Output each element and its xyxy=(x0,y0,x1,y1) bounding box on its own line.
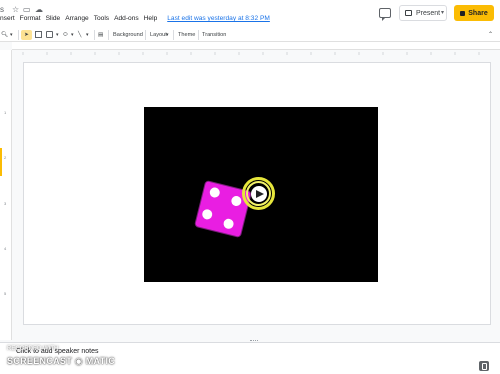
play-button-icon[interactable] xyxy=(251,186,267,202)
toolbar-divider xyxy=(108,30,109,40)
star-icon[interactable]: ☆ xyxy=(12,6,19,14)
present-button[interactable]: Present xyxy=(399,5,447,21)
zoom-dropdown-icon[interactable]: ▾ xyxy=(10,30,13,40)
share-label: Share xyxy=(468,9,488,17)
slides-app: s ☆ ▭ ☁ nsert Format Slide Arrange Tools… xyxy=(0,0,500,374)
vertical-ruler-label: 4 xyxy=(4,246,7,251)
layout-dropdown-icon[interactable]: ▾ xyxy=(166,30,169,40)
background-button[interactable]: Background xyxy=(113,30,143,40)
title-fragment-icon: s xyxy=(0,5,4,14)
vertical-ruler-label: 3 xyxy=(4,201,7,206)
screencast-matic-watermark: SCREENCAST ◉ MATIC xyxy=(7,356,116,366)
toolbar-divider xyxy=(18,30,19,40)
line-dropdown-icon[interactable]: ▾ xyxy=(86,30,89,40)
menu-add-ons[interactable]: Add-ons xyxy=(114,15,139,26)
toolbar-divider xyxy=(173,30,174,40)
theme-button[interactable]: Theme xyxy=(178,30,195,40)
transition-button[interactable]: Transition xyxy=(202,30,226,40)
image-icon[interactable] xyxy=(46,31,53,38)
horizontal-ruler-ticks xyxy=(22,52,480,55)
menu-insert[interactable]: nsert xyxy=(0,15,15,26)
vertical-ruler-label: 1 xyxy=(4,110,7,115)
image-dropdown-icon[interactable]: ▾ xyxy=(56,30,59,40)
comment-history-icon[interactable] xyxy=(379,8,391,21)
select-tool-icon[interactable]: ➤ xyxy=(21,30,32,40)
move-folder-icon[interactable]: ▭ xyxy=(23,6,31,14)
shape-icon[interactable]: ⬭ xyxy=(63,30,68,40)
dice-pip xyxy=(208,186,221,199)
watermark-recorded-with: RECORDED WITH xyxy=(7,346,59,352)
present-dropdown-icon[interactable]: ▾ xyxy=(441,9,444,16)
share-button[interactable]: Share xyxy=(454,5,494,21)
vertical-ruler-label: 2 xyxy=(4,155,7,160)
menu-bar: nsert Format Slide Arrange Tools Add-ons… xyxy=(0,15,275,26)
menu-slide[interactable]: Slide xyxy=(46,15,61,26)
toolbar-divider xyxy=(198,30,199,40)
last-edit-link[interactable]: Last edit was yesterday at 8:32 PM xyxy=(167,15,270,26)
dice-pip xyxy=(230,194,243,208)
collapse-toolbar-icon[interactable]: ⌃ xyxy=(488,30,493,40)
layout-button[interactable]: Layout xyxy=(150,30,167,40)
text-box-icon[interactable] xyxy=(35,31,42,38)
vertical-ruler: 1 2 3 4 5 xyxy=(0,50,12,340)
comment-add-icon[interactable]: ▤ xyxy=(98,30,103,40)
explore-icon[interactable] xyxy=(479,361,489,371)
vertical-ruler-label: 5 xyxy=(4,291,7,296)
toolbar: 🔍︎ ▾ ➤ ▾ ⬭ ▾ ╲ ▾ ▤ Background Layout ▾ T… xyxy=(0,28,500,42)
dice-pip xyxy=(222,217,235,230)
cloud-status-icon: ☁ xyxy=(35,5,43,14)
present-icon xyxy=(405,10,412,16)
shape-dropdown-icon[interactable]: ▾ xyxy=(71,30,74,40)
dice-pip xyxy=(201,208,214,221)
present-label: Present xyxy=(416,9,441,17)
toolbar-divider xyxy=(145,30,146,40)
lock-icon xyxy=(460,10,466,16)
ruler-indent-marker[interactable] xyxy=(0,148,2,176)
zoom-icon[interactable]: 🔍︎ xyxy=(1,30,8,40)
line-icon[interactable]: ╲ xyxy=(78,30,81,40)
menu-tools[interactable]: Tools xyxy=(94,15,109,26)
menu-arrange[interactable]: Arrange xyxy=(65,15,88,26)
toolbar-divider xyxy=(94,30,95,40)
top-bar: s ☆ ▭ ☁ nsert Format Slide Arrange Tools… xyxy=(0,0,500,28)
menu-format[interactable]: Format xyxy=(20,15,41,26)
horizontal-ruler xyxy=(12,42,500,55)
menu-help[interactable]: Help xyxy=(144,15,158,26)
